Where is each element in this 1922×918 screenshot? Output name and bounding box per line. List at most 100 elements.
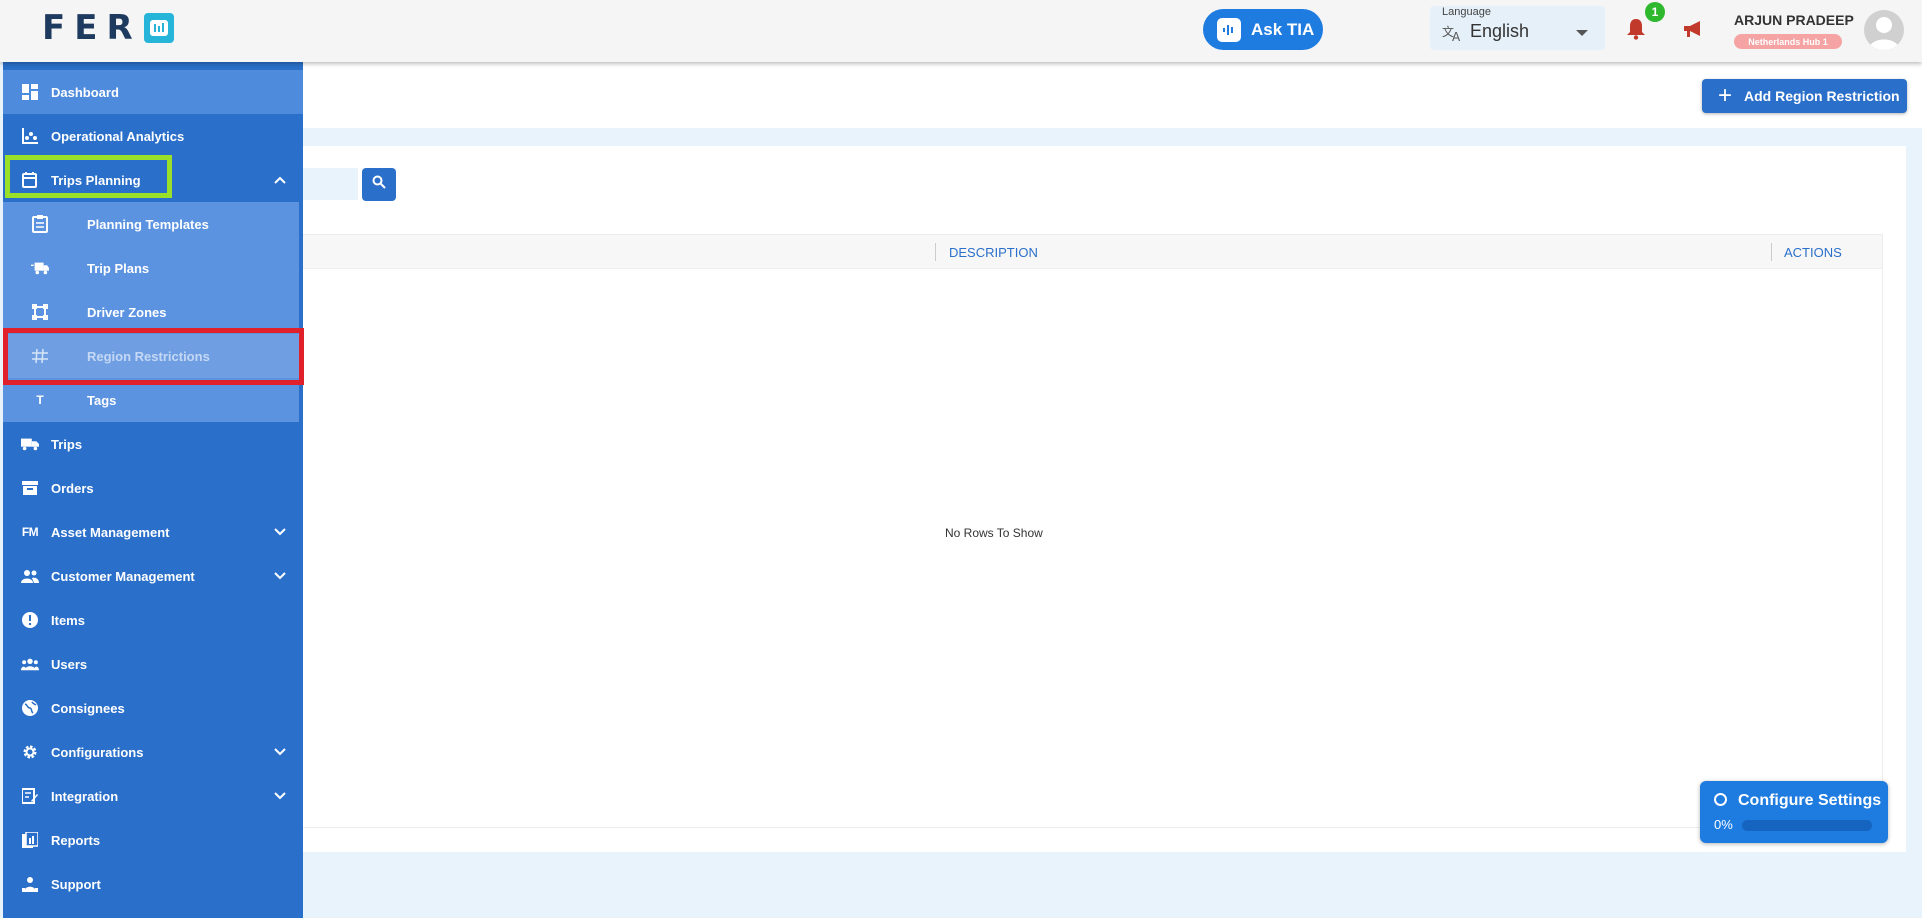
- sidebar-item-trip-plans[interactable]: Trip Plans: [3, 246, 303, 290]
- configure-settings-widget[interactable]: Configure Settings 0%: [1700, 781, 1888, 843]
- info-icon: [21, 611, 39, 629]
- user-name[interactable]: ARJUN PRADEEP: [1734, 12, 1854, 28]
- reports-icon: [21, 831, 39, 849]
- configure-title: Configure Settings: [1738, 792, 1882, 809]
- add-region-restriction-button[interactable]: + Add Region Restriction: [1702, 79, 1907, 113]
- sidebar-item-region-restrictions[interactable]: Region Restrictions: [3, 334, 303, 378]
- sidebar-item-label: Users: [51, 656, 88, 672]
- clipboard-icon: [31, 215, 49, 233]
- sidebar-item-reports[interactable]: Reports: [3, 818, 303, 862]
- t-icon: T: [36, 393, 44, 407]
- hub-badge: Netherlands Hub 1: [1734, 34, 1842, 49]
- ask-tia-button[interactable]: Ask TIA: [1203, 9, 1323, 50]
- sidebar-item-label: Dashboard: [51, 84, 119, 100]
- top-bar: FER Ask TIA Language 文A English 1 ARJUN …: [0, 0, 1922, 62]
- column-header-description[interactable]: DESCRIPTION: [949, 245, 1038, 260]
- progress-bar: [1742, 820, 1872, 831]
- hash-icon: [31, 347, 49, 365]
- chevron-down-icon: [273, 745, 287, 760]
- search-icon: [372, 175, 386, 194]
- zone-icon: [31, 303, 49, 321]
- people-icon: [21, 567, 39, 585]
- language-value: English: [1470, 21, 1530, 41]
- column-separator[interactable]: [1771, 243, 1772, 261]
- app-logo[interactable]: FER: [42, 8, 174, 48]
- circle-icon: [1714, 793, 1727, 806]
- sidebar-item-label: Trips Planning: [51, 172, 141, 188]
- sidebar-item-label: Trip Plans: [87, 260, 150, 276]
- sidebar-item-label: Trips: [51, 436, 83, 452]
- sidebar-item-support[interactable]: Support: [3, 862, 303, 906]
- gear-icon: [21, 743, 39, 761]
- sidebar: Dashboard Operational Analytics Trips Pl…: [3, 62, 303, 918]
- sidebar-item-label: Integration: [51, 788, 119, 804]
- bell-icon[interactable]: [1626, 18, 1646, 45]
- sidebar-item-label: Consignees: [51, 700, 125, 716]
- sidebar-item-integration[interactable]: Integration: [3, 774, 303, 818]
- sidebar-item-asset-management[interactable]: FM Asset Management: [3, 510, 303, 554]
- logo-text: FER: [42, 8, 142, 48]
- chevron-down-icon: [1576, 30, 1588, 36]
- language-caption: Language: [1442, 6, 1491, 18]
- column-separator[interactable]: [935, 243, 936, 261]
- sidebar-item-configurations[interactable]: Configurations: [3, 730, 303, 774]
- fm-icon: FM: [21, 525, 39, 539]
- sidebar-item-label: Reports: [51, 832, 101, 848]
- empty-state-text: No Rows To Show: [945, 526, 1043, 540]
- sidebar-item-tags[interactable]: T Tags: [3, 378, 303, 422]
- sidebar-item-planning-templates[interactable]: Planning Templates: [3, 202, 303, 246]
- sidebar-item-trips[interactable]: Trips: [3, 422, 303, 466]
- megaphone-icon[interactable]: [1682, 19, 1704, 44]
- sidebar-item-driver-zones[interactable]: Driver Zones: [3, 290, 303, 334]
- sidebar-item-users[interactable]: Users: [3, 642, 303, 686]
- sidebar-item-consignees[interactable]: Consignees: [3, 686, 303, 730]
- translate-icon: 文A: [1442, 24, 1464, 47]
- group-icon: [21, 655, 39, 673]
- chart-box-icon: [143, 13, 174, 43]
- truck-fast-icon: [31, 259, 49, 277]
- search-input[interactable]: [300, 168, 358, 200]
- sidebar-item-label: Support: [51, 876, 101, 892]
- chevron-down-icon: [273, 525, 287, 540]
- column-header-actions[interactable]: ACTIONS: [1784, 245, 1842, 260]
- chevron-down-icon: [273, 569, 287, 584]
- archive-icon: [21, 479, 39, 497]
- tia-icon: [1217, 17, 1241, 42]
- notification-badge: 1: [1645, 2, 1665, 22]
- chevron-up-icon: [273, 173, 287, 188]
- data-grid: DESCRIPTION ACTIONS No Rows To Show: [300, 234, 1883, 828]
- svg-text:A: A: [1452, 30, 1461, 42]
- sidebar-item-label: Items: [51, 612, 85, 628]
- sidebar-item-label: Tags: [87, 392, 117, 408]
- truck-icon: [21, 435, 39, 453]
- avatar[interactable]: [1864, 10, 1904, 50]
- sidebar-item-customer-management[interactable]: Customer Management: [3, 554, 303, 598]
- sidebar-item-trips-planning[interactable]: Trips Planning: [3, 158, 303, 202]
- support-icon: [21, 875, 39, 893]
- sidebar-item-label: Orders: [51, 480, 94, 496]
- chevron-down-icon: [273, 789, 287, 804]
- plus-icon: +: [1718, 82, 1733, 109]
- sidebar-item-dashboard[interactable]: Dashboard: [3, 70, 303, 114]
- progress-percent: 0%: [1714, 817, 1733, 832]
- add-button-label: Add Region Restriction: [1744, 88, 1900, 104]
- calendar-edit-icon: [21, 171, 39, 189]
- sidebar-item-label: Asset Management: [51, 524, 170, 540]
- ask-tia-label: Ask TIA: [1251, 19, 1315, 39]
- sidebar-item-items[interactable]: Items: [3, 598, 303, 642]
- dashboard-icon: [21, 83, 39, 101]
- sidebar-item-label: Operational Analytics: [51, 128, 185, 144]
- edit-note-icon: [21, 787, 39, 805]
- sidebar-item-operational-analytics[interactable]: Operational Analytics: [3, 114, 303, 158]
- sidebar-item-label: Planning Templates: [87, 216, 209, 232]
- language-select[interactable]: Language 文A English: [1430, 6, 1605, 50]
- sidebar-item-label: Customer Management: [51, 568, 195, 584]
- sidebar-item-orders[interactable]: Orders: [3, 466, 303, 510]
- sidebar-item-label: Driver Zones: [87, 304, 167, 320]
- sidebar-item-label: Configurations: [51, 744, 144, 760]
- page-header: [300, 62, 1922, 128]
- globe-icon: [21, 699, 39, 717]
- sidebar-item-label: Region Restrictions: [87, 348, 210, 364]
- search-button[interactable]: [362, 168, 396, 201]
- grid-header: DESCRIPTION ACTIONS: [301, 235, 1882, 269]
